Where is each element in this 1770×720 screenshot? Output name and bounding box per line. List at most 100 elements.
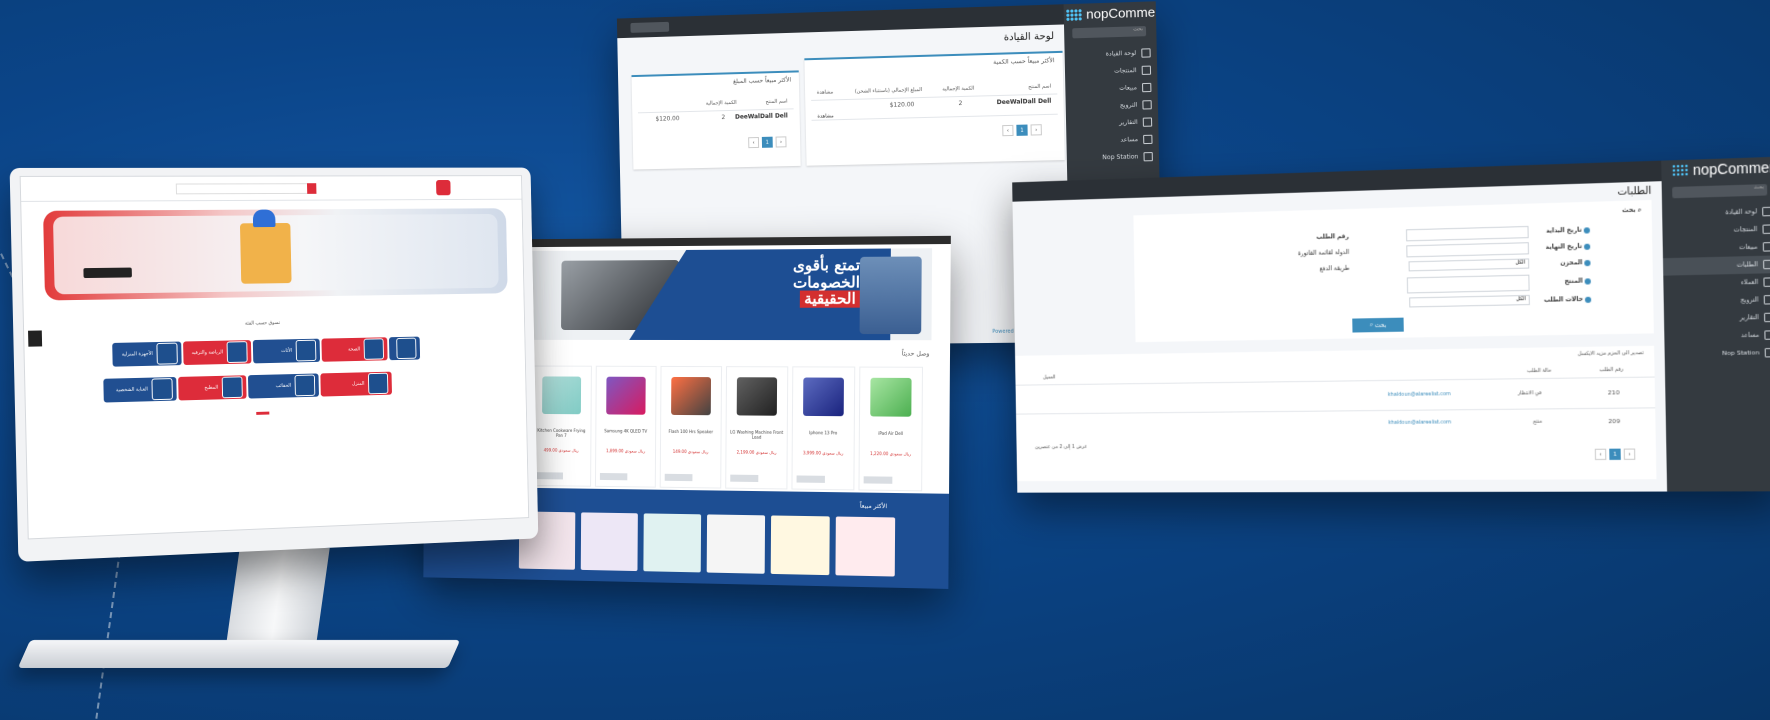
search-heading[interactable]: بحث ⌕ [1622,206,1641,215]
page-next-button[interactable]: › [1623,448,1636,460]
section-title: الأكثر مبيعاً [859,502,888,511]
promo-headline: تمتع بأقوى الخصومات الحقيقية [792,255,861,308]
order-number-cell[interactable]: 210 [1608,389,1620,396]
amount-cell: $120.00 [655,115,680,123]
users-icon [1763,277,1770,287]
table-row[interactable]: 209 منتج khaldoun@alareelist.com [1016,409,1656,438]
category-button[interactable]: الصحة [321,337,388,362]
category-button[interactable]: الأثاث [252,338,321,364]
add-to-cart-button[interactable] [796,475,825,483]
table-row[interactable]: 210 في الانتظار khaldoun@alareelist.com [1016,381,1656,412]
sidebar-item-nop-station[interactable]: Nop Station [1067,148,1160,167]
category-icon [156,342,178,365]
side-tab[interactable] [28,330,43,347]
sidebar-search-input[interactable]: بحث [1672,184,1768,199]
admin-user-dropdown[interactable] [630,21,670,33]
category-button[interactable]: العناية الشخصية [103,376,177,403]
qty-cell: 2 [958,99,963,108]
hero-banner[interactable] [43,208,508,301]
page-prev-button[interactable]: ‹ [1594,448,1607,461]
start-date-input[interactable] [1405,225,1529,242]
category-button[interactable] [388,336,421,361]
category-button[interactable]: المنزل [320,371,392,397]
sidebar-item-nop-station[interactable]: Nop Station [1665,344,1770,363]
help-icon [1583,226,1590,234]
monitor: تسوق حسب الفئة الأجهزة المنزلية الرياضة … [9,167,539,562]
delivery-mascot-image [239,222,292,284]
status-cell: منتج [1532,418,1543,425]
page-next-button[interactable]: › [775,136,787,148]
page-prev-button[interactable]: ‹ [1002,124,1014,137]
help-icon [1764,330,1770,340]
product-thumb[interactable] [643,513,702,573]
product-thumb[interactable] [835,516,896,577]
product-card[interactable]: Samsung 4K QLED TV 1,899.00 ريال سعودي [594,365,657,488]
end-date-input[interactable] [1406,242,1529,258]
customer-email-link[interactable]: khaldoun@alareelist.com [1388,391,1451,398]
product-name-cell[interactable]: DeeWalDall Dell [735,112,788,120]
page-button[interactable]: 1 [1016,124,1028,136]
product-thumb[interactable] [580,512,638,572]
add-to-cart-button[interactable] [730,474,759,483]
help-icon [1584,277,1591,285]
page-button[interactable]: 1 [1609,448,1621,460]
add-to-cart-button[interactable] [535,472,563,480]
product-card[interactable]: LG Washing Machine Front Load 2,199.00 ر… [725,366,789,490]
product-thumb[interactable] [770,515,830,576]
catalog-icon [1141,65,1152,75]
sidebar-item-promotions[interactable]: الترويج [1664,291,1770,311]
sidebar-item-customers[interactable]: العملاء [1663,273,1770,293]
page-button[interactable]: 1 [761,136,773,148]
chart-icon [1764,312,1770,323]
start-date-label: تاريخ البداية [1546,226,1590,235]
product-input[interactable] [1406,274,1530,294]
product-image [606,376,646,415]
product-name-cell[interactable]: DeeWalDall Dell [997,98,1052,106]
gear-icon [1764,347,1770,358]
category-button[interactable]: الأجهزة المنزلية [112,341,182,367]
order-statuses-select[interactable]: الكل [1409,294,1530,308]
header-search-input[interactable] [175,183,310,195]
warehouse-label: المخزن [1560,259,1591,267]
sidebar-search-input[interactable]: بحث [1072,26,1147,39]
app-store-badges[interactable] [83,267,132,279]
category-button[interactable]: الحقائب [247,373,319,399]
bestsellers-by-amount-card: الأكثر مبيعاً حسب المبلغ اسم المنتج الكم… [631,70,801,170]
order-number-cell[interactable]: 209 [1608,418,1620,425]
tag-icon [1142,100,1152,110]
store-logo[interactable] [436,180,451,196]
help-icon [1584,259,1591,266]
cart-icon [1141,82,1152,93]
product-card[interactable]: Kitchen Cookware Frying Pan 7 499.00 ريا… [530,365,592,487]
category-button[interactable]: الرياضة والترفيه [183,340,252,366]
sidebar-item-reports[interactable]: التقارير [1066,113,1159,132]
product-card[interactable]: Iphone 13 Pro 3,999.00 ريال سعودي [791,366,856,491]
category-button[interactable]: المطبخ [178,375,247,401]
category-icon [367,372,389,395]
search-button[interactable] [306,183,317,194]
sidebar-item-reports[interactable]: التقارير [1664,308,1770,328]
section-title: وصل حديثاً [901,350,930,358]
category-icon [396,337,417,360]
column-header-name: اسم المنتج [765,98,788,106]
page-next-button[interactable]: › [1030,124,1042,136]
page-prev-button[interactable]: ‹ [748,137,760,149]
category-label: الإلكترونيات [103,405,123,412]
category-icon [151,378,173,401]
admin-orders-window: nopCommerce بحث لوحة القيادة المنتجات مب… [1012,156,1770,493]
carousel-dots[interactable] [256,411,270,415]
add-to-cart-button[interactable] [599,472,628,481]
sidebar-item-help[interactable]: مساعد [1664,326,1770,345]
add-to-cart-button[interactable] [664,473,693,482]
export-label[interactable]: تصدير الى الحزم مزيد الايكسل [1578,350,1644,357]
warehouse-select[interactable]: الكل [1408,258,1530,272]
pagination-summary: عرض 1 إلى 2 من عنصرين [1034,443,1088,451]
search-button[interactable]: ⌕ بحث [1352,317,1404,333]
product-card[interactable]: iPad Air Dell 1,220.00 ريال سعودي [858,366,924,492]
product-card[interactable]: Flash 100 Hrs Speaker 149.00 ريال سعودي [659,365,723,489]
customer-email-link[interactable]: khaldoun@alareelist.com [1388,419,1451,426]
add-to-cart-button[interactable] [863,476,893,484]
sidebar-menu: لوحة القيادة المنتجات مبيعات الترويج الت… [1064,44,1159,167]
sidebar-item-help[interactable]: مساعد [1066,131,1159,150]
product-thumb[interactable] [706,514,766,574]
